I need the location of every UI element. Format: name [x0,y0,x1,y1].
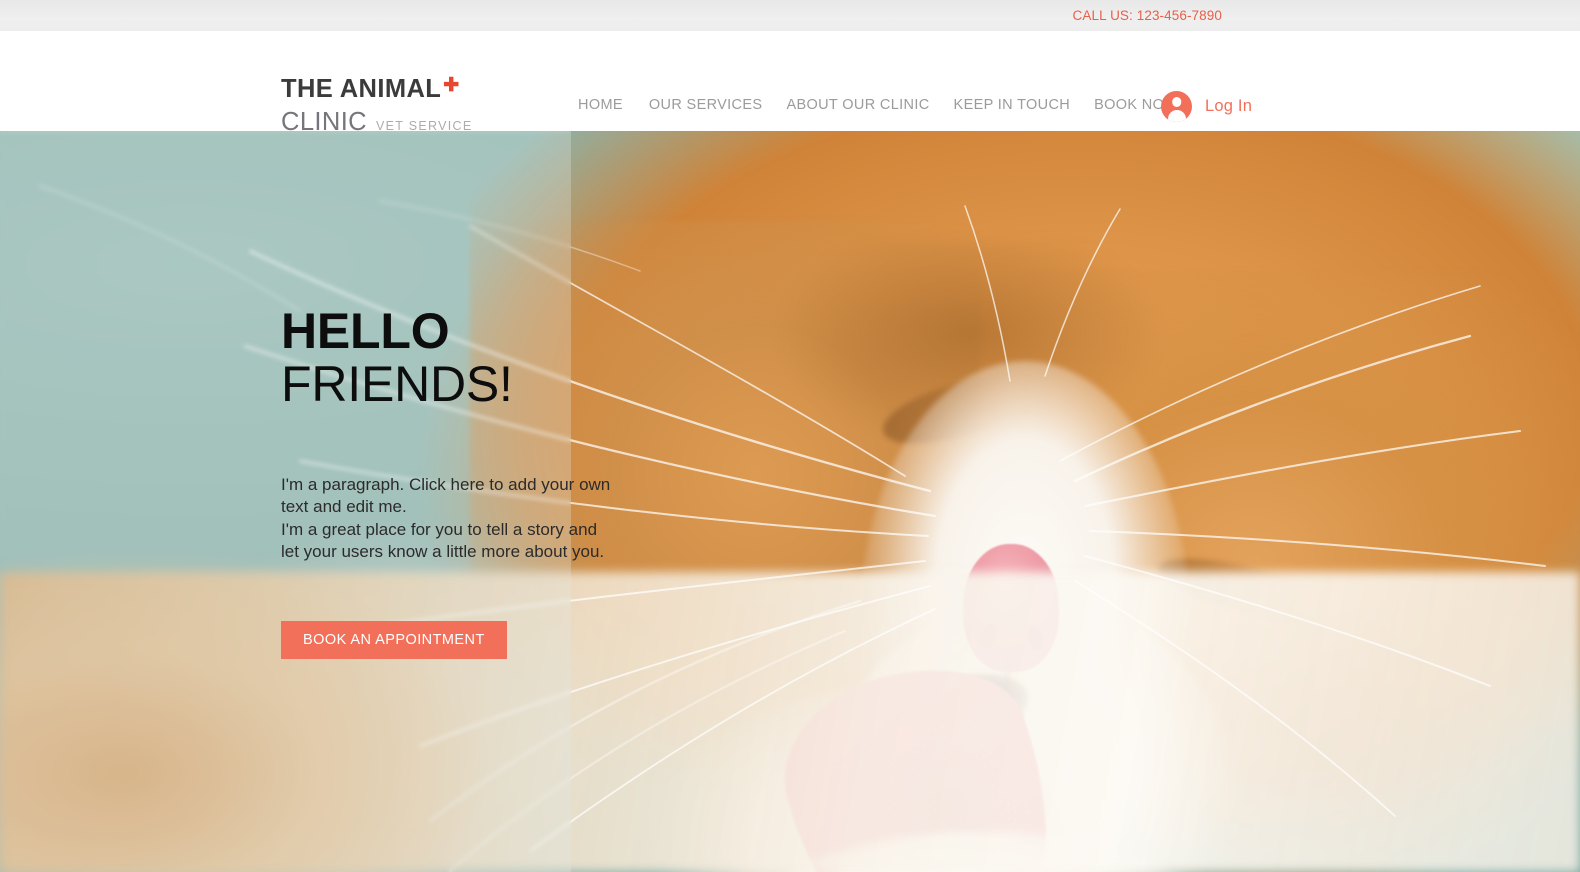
medical-cross-icon: ✚ [443,75,460,96]
hero-paragraph-2: I'm a great place for you to tell a stor… [281,519,605,561]
nav-item-home[interactable]: HOME [578,97,649,113]
hero-section: HELLO FRIENDS! I'm a paragraph. Click he… [0,131,1580,872]
hero-content-block: HELLO FRIENDS! I'm a paragraph. Click he… [281,303,611,660]
call-us-phone-link[interactable]: CALL US: 123-456-7890 [1073,8,1222,23]
logo-the-animal-text: THE ANIMAL [281,75,442,103]
top-contact-bar: CALL US: 123-456-7890 [0,0,1580,31]
logo-line-1: THE ANIMAL ✚ [281,75,473,103]
hero-paragraph: I'm a paragraph. Click here to add your … [281,474,611,563]
hero-background-image [0,131,1580,872]
hero-paragraph-1: I'm a paragraph. Click here to add your … [281,475,611,517]
user-avatar-icon [1161,91,1192,122]
hero-heading-line-2: FRIENDS! [281,356,513,412]
nav-item-about-our-clinic[interactable]: ABOUT OUR CLINIC [786,97,953,113]
login-label: Log In [1205,97,1253,115]
site-logo[interactable]: THE ANIMAL ✚ CLINIC VET SERVICE [281,75,473,135]
hero-heading-line-1: HELLO [281,303,450,359]
nav-item-our-services[interactable]: OUR SERVICES [649,97,787,113]
book-an-appointment-button[interactable]: BOOK AN APPOINTMENT [281,621,507,660]
main-navigation: HOME OUR SERVICES ABOUT OUR CLINIC KEEP … [578,97,1202,113]
login-button[interactable]: Log In [1161,91,1252,122]
site-header: THE ANIMAL ✚ CLINIC VET SERVICE HOME OUR… [0,31,1580,134]
nav-item-keep-in-touch[interactable]: KEEP IN TOUCH [954,97,1095,113]
